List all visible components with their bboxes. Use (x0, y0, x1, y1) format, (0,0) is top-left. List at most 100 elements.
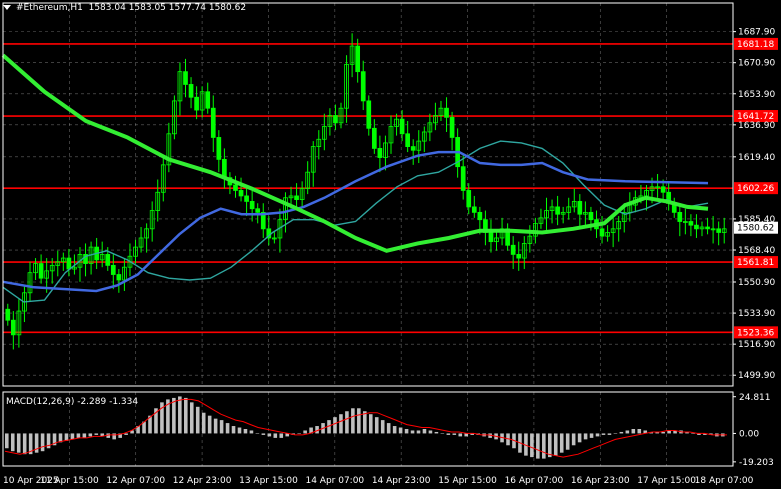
candle-body (410, 146, 416, 151)
macd-bar (249, 430, 254, 434)
time-tick-label: 11 Apr 15:00 (40, 476, 99, 486)
candle-body (677, 211, 683, 222)
price-tick-label: 1533.90 (738, 309, 775, 319)
price-tick-label: 1516.90 (738, 340, 775, 350)
macd-bar (124, 433, 128, 435)
candle-body (116, 274, 122, 281)
candle-body (38, 263, 44, 279)
macd-bar (661, 431, 665, 434)
level-label: 1681.18 (737, 40, 774, 50)
macd-bar (386, 423, 391, 434)
candle-body (244, 195, 249, 202)
macd-bar (428, 430, 433, 434)
macd-bar (201, 412, 206, 434)
candle-body (510, 244, 516, 255)
macd-bar (571, 433, 576, 446)
macd-bar (189, 402, 194, 434)
macd-bar (267, 433, 272, 437)
candle-body (466, 190, 472, 208)
macd-bar (547, 433, 552, 458)
candle-body (205, 91, 211, 109)
time-tick-label: 16 Apr 07:00 (505, 476, 564, 486)
macd-bar (637, 429, 642, 434)
candle-body (233, 184, 238, 191)
candle-body (694, 224, 699, 230)
macd-bar (542, 433, 546, 459)
candle-body (688, 221, 694, 226)
macd-bar (219, 420, 224, 434)
level-label: 1561.81 (737, 258, 774, 268)
candle-body (377, 148, 383, 158)
price-chart[interactable]: 1681.181641.721602.261561.811523.36 10 A… (0, 0, 781, 489)
candle-body (333, 115, 338, 124)
macd-bar (363, 411, 367, 434)
candle-body (105, 254, 111, 266)
candle-body (110, 264, 116, 275)
price-panel-border (2, 2, 734, 387)
macd-bar (631, 429, 636, 434)
candle-body (399, 118, 405, 135)
macd-bar (303, 430, 307, 434)
candle-body (238, 190, 244, 197)
time-tick-label: 17 Apr 15:00 (637, 476, 696, 486)
candle-body (588, 211, 594, 221)
macd-bar (440, 433, 445, 434)
candle-body (488, 232, 494, 243)
current-price-label: 1580.62 (737, 224, 774, 234)
candle-body (249, 201, 255, 210)
macd-bar (577, 433, 582, 443)
macd-bar (416, 430, 421, 434)
macd-bar (88, 433, 93, 437)
macd-bar (374, 417, 379, 434)
time-tick-label: 15 Apr 15:00 (438, 476, 497, 486)
macd-bar (207, 415, 212, 434)
time-tick-label: 18 Apr 07:00 (695, 476, 754, 486)
chevron-down-icon[interactable] (3, 5, 11, 10)
macd-bar (112, 433, 116, 440)
candle-body (477, 211, 483, 221)
candle-body (194, 96, 199, 111)
macd-tick-label: -19.203 (739, 458, 774, 468)
macd-bar (243, 429, 248, 434)
macd-bar (333, 417, 337, 434)
candle-body (516, 254, 522, 259)
macd-label: MACD(12,26,9) -2.289 -1.334 (6, 397, 139, 407)
candle-body (366, 100, 372, 129)
price-tick-label: 1550.90 (738, 278, 775, 288)
candle-body (577, 201, 583, 215)
macd-bar (172, 397, 176, 434)
macd-tick-label: 24.811 (739, 393, 771, 403)
candle-body (405, 133, 410, 147)
time-tick-label: 12 Apr 23:00 (173, 476, 232, 486)
macd-bar (536, 433, 540, 459)
level-label: 1602.26 (737, 184, 774, 194)
macd-bar (589, 433, 594, 438)
macd-bar (297, 433, 301, 434)
macd-bar (178, 396, 182, 434)
macd-bar (5, 433, 9, 449)
macd-bar (94, 433, 99, 435)
macd-bar (553, 433, 558, 456)
macd-bar (392, 426, 397, 434)
price-tick-label: 1670.90 (738, 59, 775, 69)
macd-bar (625, 430, 630, 434)
chart-axes: 10 Apr 202511 Apr 15:00 12 Apr 07:00 12 Ap… (2, 2, 778, 486)
candle-body (449, 116, 455, 138)
candle-body (471, 206, 477, 213)
price-tick-label: 1568.40 (738, 246, 775, 256)
macd-bar (380, 420, 385, 434)
macd-bar (76, 433, 81, 438)
macd-bar (691, 433, 695, 434)
macd-bar (357, 408, 361, 434)
macd-bar (446, 433, 451, 435)
macd-bar (279, 433, 284, 438)
macd-bar (70, 433, 75, 440)
chart-header: #Ethereum,H1 1583.04 1583.05 1577.74 158… (3, 3, 246, 13)
macd-bar (273, 433, 278, 438)
macd-bar (184, 397, 188, 434)
macd-bar (601, 433, 606, 435)
candle-body (360, 71, 366, 102)
price-tick-label: 1653.90 (738, 90, 775, 100)
candle-body (222, 158, 227, 179)
macd-tick-label: 0.00 (739, 429, 759, 439)
